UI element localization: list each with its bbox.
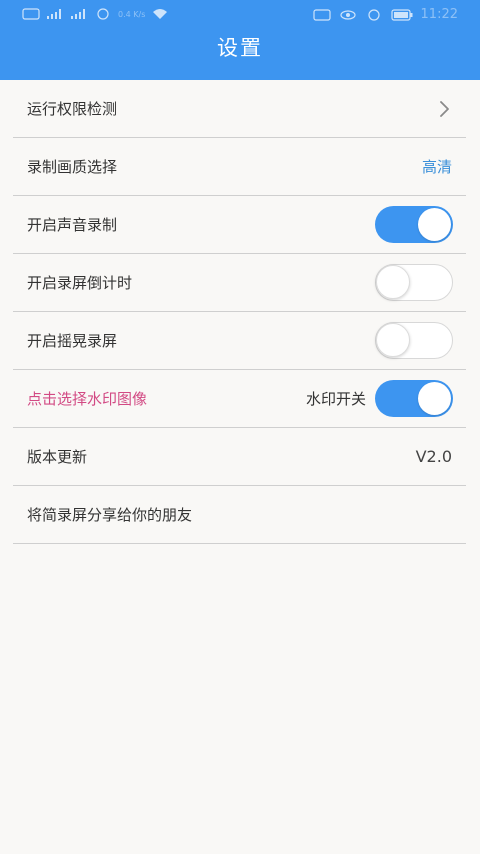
countdown-toggle[interactable]: [375, 264, 453, 301]
watermark-select-link[interactable]: 点击选择水印图像: [27, 388, 147, 409]
alarm-icon: [367, 8, 380, 21]
status-clock: 11:22: [420, 7, 458, 22]
toggle-knob: [376, 323, 410, 357]
version-label: 版本更新: [27, 448, 88, 466]
status-right-icons: 11:22: [312, 7, 458, 22]
quality-label: 录制画质选择: [27, 158, 118, 176]
audio-record-row: 开启声音录制: [13, 196, 466, 254]
settings-list: 运行权限检测 录制画质选择 高清 开启声音录制 开启录屏倒计时 开启摇晃录屏 点…: [13, 80, 466, 544]
toggle-knob: [376, 265, 410, 299]
battery-icon: [390, 8, 413, 21]
chevron-right-icon: [440, 100, 449, 117]
quality-value[interactable]: 高清: [422, 156, 452, 177]
permission-check-row[interactable]: 运行权限检测: [13, 80, 466, 138]
data-speed-text: 0.4 K/s: [118, 9, 146, 19]
countdown-label: 开启录屏倒计时: [27, 274, 133, 292]
status-bar: 0.4 K/s 11:22: [0, 0, 480, 30]
toggle-knob: [418, 382, 451, 415]
nfc-icon: [312, 8, 331, 21]
hd-icon: [97, 8, 109, 20]
toggle-knob: [418, 208, 451, 241]
audio-record-toggle[interactable]: [375, 206, 453, 243]
sim-icon: [22, 8, 40, 20]
status-left-icons: 0.4 K/s: [22, 8, 169, 20]
signal-icon: [47, 9, 61, 19]
wifi-icon: [153, 9, 168, 19]
watermark-switch-label: 水印开关: [305, 390, 366, 408]
eye-icon: [339, 9, 356, 20]
share-row[interactable]: 将简录屏分享给你的朋友: [13, 486, 466, 544]
share-label: 将简录屏分享给你的朋友: [27, 506, 193, 524]
shake-record-row: 开启摇晃录屏: [13, 312, 466, 370]
version-value: V2.0: [415, 447, 452, 466]
shake-record-label: 开启摇晃录屏: [27, 332, 118, 350]
signal-icon: [71, 9, 85, 19]
shake-record-toggle[interactable]: [375, 322, 453, 359]
quality-row[interactable]: 录制画质选择 高清: [13, 138, 466, 196]
audio-record-label: 开启声音录制: [27, 216, 118, 234]
page-title: 设置: [217, 36, 263, 60]
version-row[interactable]: 版本更新 V2.0: [13, 428, 466, 486]
countdown-row: 开启录屏倒计时: [13, 254, 466, 312]
app-header: 0.4 K/s 11:22 设置: [0, 0, 480, 80]
watermark-row: 点击选择水印图像 水印开关: [13, 370, 466, 428]
watermark-toggle[interactable]: [375, 380, 453, 417]
permission-check-label: 运行权限检测: [27, 100, 118, 118]
